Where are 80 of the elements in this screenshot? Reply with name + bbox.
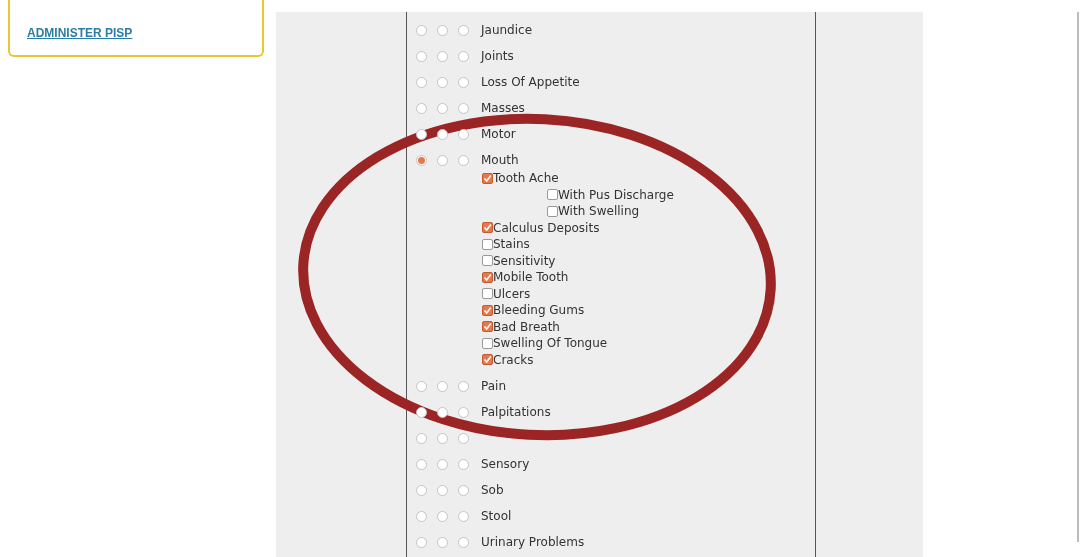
radio-button[interactable]	[458, 380, 469, 392]
symptom-label: Sensory	[481, 456, 530, 473]
checkmark-icon	[483, 223, 492, 233]
radio-button[interactable]	[437, 432, 448, 444]
checkbox[interactable]	[482, 288, 493, 300]
radio-button[interactable]	[458, 458, 469, 470]
radio-button[interactable]	[458, 432, 469, 444]
symptom-label: Urinary Problems	[481, 534, 585, 551]
radio-button[interactable]	[416, 484, 427, 496]
checkbox-label: Calculus Deposits	[493, 221, 600, 234]
checkbox-label: Bleeding Gums	[493, 304, 585, 317]
radio-button[interactable]	[416, 24, 427, 36]
checkbox-label: Swelling Of Tongue	[493, 337, 608, 350]
radio-button[interactable]	[437, 510, 448, 522]
checkbox[interactable]	[482, 271, 493, 283]
symptom-label: Pain	[481, 378, 506, 395]
symptom-label: Motor	[481, 126, 516, 143]
radio-button[interactable]	[458, 76, 469, 88]
checkbox[interactable]	[482, 337, 493, 349]
radio-button[interactable]	[437, 24, 448, 36]
checkbox[interactable]	[547, 189, 558, 201]
checkbox[interactable]	[482, 304, 493, 316]
checkbox-label: Tooth Ache	[493, 172, 559, 185]
radio-button[interactable]	[416, 458, 427, 470]
radio-button[interactable]	[416, 380, 427, 392]
checkmark-icon	[483, 355, 492, 365]
radio-button[interactable]	[437, 102, 448, 114]
radio-button[interactable]	[416, 536, 427, 548]
radio-button[interactable]	[458, 154, 469, 166]
radio-button[interactable]	[437, 406, 448, 418]
symptom-label: Masses	[481, 100, 525, 117]
checkbox-label: Cracks	[493, 353, 534, 366]
symptom-label: Joints	[481, 48, 514, 65]
radio-button[interactable]	[458, 24, 469, 36]
radio-button[interactable]	[437, 380, 448, 392]
radio-button[interactable]	[458, 102, 469, 114]
administer-link[interactable]: ADMINISTER PISP	[27, 26, 133, 40]
radio-button[interactable]	[458, 536, 469, 548]
radio-button[interactable]	[458, 50, 469, 62]
radio-button[interactable]	[416, 510, 427, 522]
checkbox-label: Mobile Tooth	[493, 271, 569, 284]
checkbox[interactable]	[482, 172, 493, 184]
radio-button[interactable]	[458, 406, 469, 418]
checkbox-label: Sensitivity	[493, 254, 556, 267]
radio-button[interactable]	[437, 536, 448, 548]
radio-button[interactable]	[458, 128, 469, 140]
radio-button[interactable]	[416, 76, 427, 88]
radio-button[interactable]	[437, 484, 448, 496]
checkbox-label: With Pus Discharge	[558, 188, 674, 201]
symptom-label: Stool	[481, 508, 512, 525]
radio-button[interactable]	[416, 154, 427, 166]
checkbox-label: With Swelling	[558, 205, 640, 218]
symptom-label: Mouth	[481, 152, 519, 169]
checkmark-icon	[483, 173, 492, 183]
checkmark-icon	[483, 272, 492, 282]
symptom-label: Sob	[481, 482, 504, 499]
symptom-label: Jaundice	[481, 22, 533, 39]
checkbox[interactable]	[482, 354, 493, 366]
radio-button[interactable]	[437, 128, 448, 140]
radio-button[interactable]	[458, 510, 469, 522]
radio-button[interactable]	[416, 50, 427, 62]
radio-button[interactable]	[437, 76, 448, 88]
checkbox-label: Stains	[493, 238, 530, 251]
radio-button[interactable]	[416, 432, 427, 444]
radio-button[interactable]	[437, 154, 448, 166]
checkbox[interactable]	[482, 222, 493, 234]
radio-button[interactable]	[458, 484, 469, 496]
symptom-label: Palpitations	[481, 404, 551, 421]
checkbox-label: Bad Breath	[493, 320, 560, 333]
symptom-label: Loss Of Appetite	[481, 74, 580, 91]
checkbox-label: Ulcers	[493, 287, 531, 300]
radio-button[interactable]	[416, 128, 427, 140]
checkbox[interactable]	[482, 321, 493, 333]
radio-button[interactable]	[416, 102, 427, 114]
checkbox[interactable]	[482, 255, 493, 267]
radio-button[interactable]	[437, 50, 448, 62]
checkbox[interactable]	[547, 205, 558, 217]
radio-button[interactable]	[416, 406, 427, 418]
checkbox[interactable]	[482, 238, 493, 250]
radio-button[interactable]	[437, 458, 448, 470]
